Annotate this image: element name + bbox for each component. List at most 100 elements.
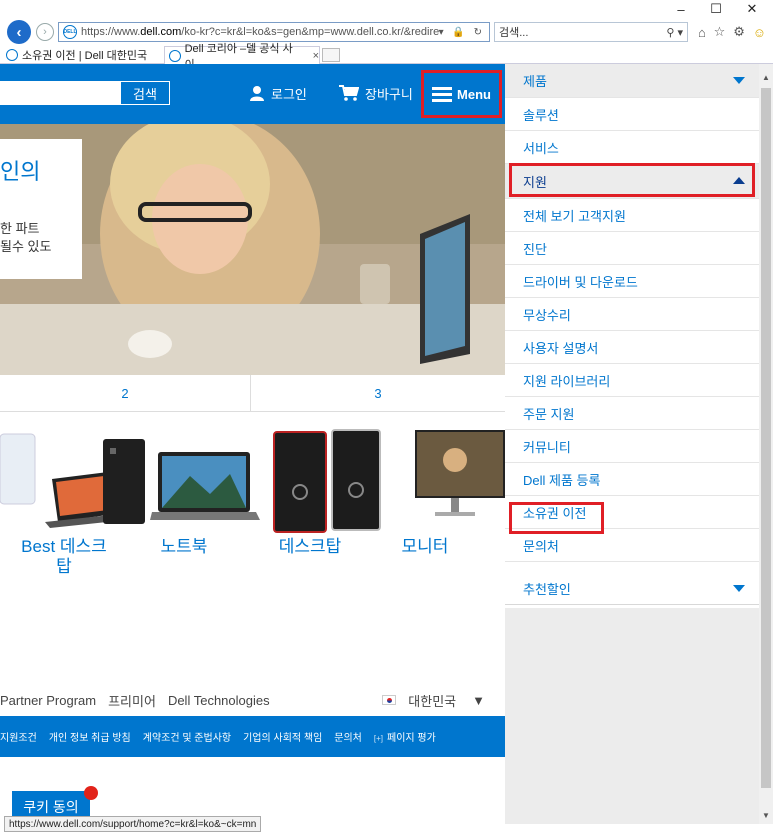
best-desktop-image[interactable]	[0, 424, 150, 534]
search-icon[interactable]: ⚲ ▾	[666, 26, 687, 39]
smiley-feedback-icon[interactable]: ☺	[753, 25, 766, 40]
menu-item-services[interactable]: 서비스	[505, 131, 759, 164]
web-page: 검색 로그인 장바구니 Menu 인의 한 파트 될수 있도 2 3 Best …	[0, 64, 759, 824]
minimize-button[interactable]: –	[666, 0, 696, 18]
url-text[interactable]: https://www.dell.com/ko-kr?c=kr&l=ko&s=g…	[81, 26, 439, 38]
user-icon	[250, 86, 264, 101]
browser-search-input[interactable]: 검색... ⚲ ▾	[494, 22, 688, 42]
support-library[interactable]: 지원 라이브러리	[505, 364, 759, 397]
close-window-button[interactable]: ✕	[737, 0, 767, 18]
region-label: 대한민국	[408, 693, 457, 709]
menu-button[interactable]: Menu	[421, 70, 502, 118]
highlight-support	[509, 163, 755, 197]
browser-toolbar-icons: ⌂ ☆ ⚙ ☺	[694, 22, 770, 42]
region-selector[interactable]: 대한민국 ▼	[382, 684, 497, 716]
site-search-button[interactable]: 검색	[120, 81, 170, 105]
menu-item-products[interactable]: 제품	[505, 64, 759, 98]
monitor-image[interactable]	[395, 424, 505, 534]
support-drivers-downloads[interactable]: 드라이버 및 다운로드	[505, 265, 759, 298]
menu-item-label: 사용자 설명서	[523, 340, 599, 356]
scroll-up-icon[interactable]: ▲	[759, 70, 773, 84]
tab-close-icon[interactable]: ×	[313, 50, 319, 62]
notification-dot	[84, 786, 98, 800]
title-bar: – ☐ ✕	[0, 0, 773, 18]
tab-label: 소유권 이전 | Dell 대한민국	[22, 50, 148, 62]
menu-item-label: 추천할인	[523, 581, 571, 597]
login-link[interactable]: 로그인	[249, 81, 307, 105]
laptop-label[interactable]: 노트북	[124, 537, 244, 557]
partner-program-link[interactable]: Partner Program	[0, 693, 96, 708]
laptop-image[interactable]	[150, 424, 260, 534]
dell-tab-icon	[6, 49, 18, 61]
hero-banner[interactable]: 인의 한 파트 될수 있도	[0, 124, 505, 375]
menu-item-label: 지원 라이브러리	[523, 373, 611, 389]
desktop-label[interactable]: 데스크탑	[250, 537, 370, 557]
chevron-down-icon	[733, 77, 745, 84]
menu-item-label: 무상수리	[523, 307, 571, 323]
korea-flag-icon	[382, 695, 397, 705]
product-category-row: Best 데스크 탑 노트북 데스크탑 모니터	[0, 414, 505, 579]
forward-arrow-icon[interactable]: ›	[36, 23, 54, 41]
dell-tab-icon	[169, 49, 181, 62]
address-tools-icon[interactable]: ▾ 🔒 ↻	[439, 27, 489, 38]
monitor-label[interactable]: 모니터	[365, 537, 485, 557]
rate-page-label: 페이지 평가	[387, 733, 436, 744]
premier-link[interactable]: 프리미어	[108, 691, 156, 710]
support-view-all[interactable]: 전체 보기 고객지원	[505, 199, 759, 232]
terms-compliance-link[interactable]: 계약조건 및 준법사항	[143, 729, 231, 744]
menu-item-label: 제품	[523, 74, 547, 89]
highlight-ownership-transfer	[509, 502, 604, 534]
scroll-thumb[interactable]	[761, 88, 771, 788]
back-arrow-icon[interactable]: ‹	[7, 20, 31, 44]
dell-technologies-link[interactable]: Dell Technologies	[168, 693, 270, 708]
chevron-down-icon: ▼	[472, 692, 485, 708]
tab-dell-korea[interactable]: Dell 코리아 –델 공식 사이... ×	[164, 43, 320, 71]
menu-item-solutions[interactable]: 솔루션	[505, 98, 759, 131]
menu-item-label: 커뮤니티	[523, 439, 571, 455]
tab-ownership-transfer[interactable]: 소유권 이전 | Dell 대한민국	[2, 46, 162, 64]
hero-title: 인의	[0, 159, 41, 184]
desktop-image[interactable]	[270, 424, 385, 534]
support-community[interactable]: 커뮤니티	[505, 430, 759, 463]
menu-item-recommended-deals[interactable]: 추천할인	[505, 572, 759, 605]
login-label: 로그인	[271, 86, 307, 102]
support-terms-link[interactable]: 지원조건	[0, 729, 37, 744]
home-icon[interactable]: ⌂	[698, 25, 706, 40]
cart-label: 장바구니	[365, 86, 413, 102]
new-tab-button[interactable]	[322, 48, 340, 62]
support-diagnostics[interactable]: 진단	[505, 232, 759, 265]
menu-item-label: 드라이버 및 다운로드	[523, 274, 638, 290]
favorites-star-icon[interactable]: ☆	[714, 24, 726, 40]
carousel-slide-3[interactable]: 3	[251, 375, 505, 412]
menu-item-label: 주문 지원	[523, 406, 575, 422]
menu-item-label: Dell 제품 등록	[523, 472, 601, 488]
support-manuals[interactable]: 사용자 설명서	[505, 331, 759, 364]
support-order[interactable]: 주문 지원	[505, 397, 759, 430]
footer-links-bottom: 지원조건 개인 정보 취급 방침 계약조건 및 준법사항 기업의 사회적 책임 …	[0, 716, 505, 757]
menu-item-label: 솔루션	[523, 107, 559, 123]
maximize-button[interactable]: ☐	[701, 0, 731, 18]
settings-gear-icon[interactable]: ⚙	[733, 24, 745, 40]
menu-item-label: 문의처	[523, 538, 559, 554]
feedback-icon: [+]	[373, 734, 384, 743]
privacy-policy-link[interactable]: 개인 정보 취급 방침	[49, 729, 131, 744]
site-search-input[interactable]	[0, 81, 120, 105]
dell-favicon-icon: DELL	[63, 25, 77, 39]
csr-link[interactable]: 기업의 사회적 책임	[243, 729, 322, 744]
menu-item-label: 서비스	[523, 140, 559, 156]
hero-description: 한 파트 될수 있도	[0, 221, 52, 254]
page-scrollbar[interactable]: ▲ ▼	[759, 64, 773, 824]
rate-page-link[interactable]: [+] 페이지 평가	[374, 729, 448, 744]
hamburger-icon	[432, 84, 453, 105]
status-bar-url: https://www.dell.com/support/home?c=kr&l…	[4, 816, 262, 832]
cart-link[interactable]: 장바구니	[339, 81, 413, 105]
support-product-registration[interactable]: Dell 제품 등록	[505, 463, 759, 496]
support-warranty[interactable]: 무상수리	[505, 298, 759, 331]
scroll-down-icon[interactable]: ▼	[759, 808, 773, 822]
contact-link[interactable]: 문의처	[334, 729, 362, 744]
footer-links-top: Partner Program 프리미어 Dell Technologies 대…	[0, 684, 505, 716]
best-desktop-label[interactable]: Best 데스크 탑	[4, 537, 124, 577]
menu-item-label: 전체 보기 고객지원	[523, 208, 626, 224]
tab-strip: 소유권 이전 | Dell 대한민국 Dell 코리아 –델 공식 사이... …	[0, 43, 773, 71]
carousel-slide-2[interactable]: 2	[0, 375, 250, 412]
